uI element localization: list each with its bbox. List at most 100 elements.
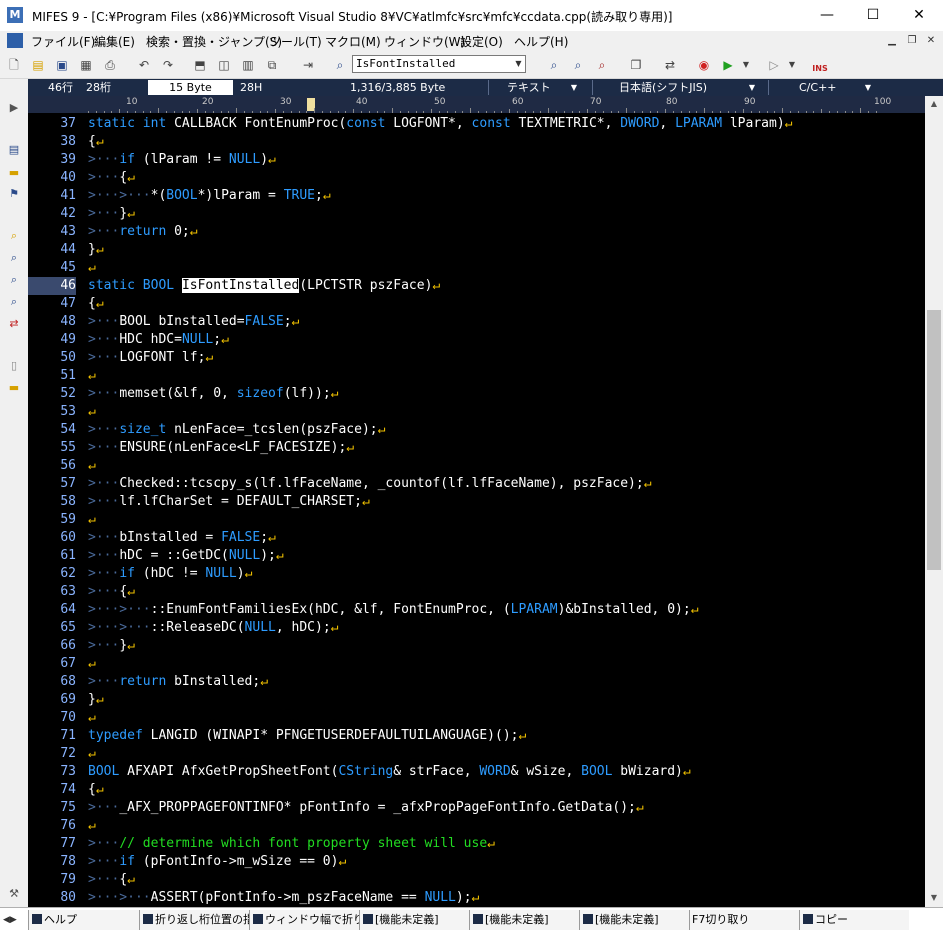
ruler-tick [758,111,760,113]
fkey-f3[interactable]: ウィンドウ幅で折り返 [249,910,359,930]
ruler-tick [641,111,643,113]
ruler-tick [376,111,378,113]
menu-edit[interactable]: 編集(E) [94,33,135,50]
editor-area[interactable]: 37 38 39 40 41 42 43 44 45 46 47 48 49 50 51 52 53 54 55 56… [28,113,925,907]
line-number: 73 [60,764,76,779]
line-number: 71 [60,728,76,743]
menu-help[interactable]: ヘルプ(H) [514,33,568,50]
ruler-tick [400,111,401,113]
encoding-select[interactable]: 日本語(シフトJIS) ▼ [592,80,759,95]
ruler-tick [735,111,737,113]
language-select[interactable]: C/C++ ▼ [768,80,875,95]
macro-step-dropdown-icon[interactable]: ▼ [782,55,802,75]
open-icon[interactable]: ▬ [6,381,22,395]
fkey-f2[interactable]: 折り返し桁位置の指 [139,910,249,930]
fkey-f7[interactable]: F7切り取り [689,910,799,930]
menu-file[interactable]: ファイル(F) [31,33,95,50]
ruler-tick [212,111,214,113]
menu-settings[interactable]: 設定(O) [460,33,503,50]
menu-search[interactable]: 検索・置換・ジャンプ(S) [146,33,282,50]
new-file-icon[interactable]: 🗋 [4,55,24,75]
ruler-label: 50 [434,97,446,107]
ruler-tick [462,111,464,113]
text-mode-select[interactable]: テキスト ▼ [488,80,581,95]
file-list-icon[interactable]: ▤ [6,143,22,157]
macro-step-icon[interactable]: ▷ [764,55,784,75]
find-prev-icon[interactable]: ⌕ [6,295,22,309]
grep-icon[interactable]: ⌕ [6,229,22,243]
search-input[interactable]: IsFontInstalled [352,55,526,73]
code-line-69: }↵ [88,692,104,707]
ruler-tick [657,111,659,113]
diff-icon[interactable]: ⇄ [6,317,22,331]
line-number: 66 [60,638,76,653]
save-icon[interactable]: ▣ [52,55,72,75]
cursor-line: 46行 [48,81,73,94]
find-files-icon[interactable]: ⌕ [6,251,22,265]
folder-icon[interactable]: ▬ [6,166,22,180]
panel-toggle-icon[interactable]: ▶ [6,101,22,115]
ruler-tick [329,111,331,113]
find-next-icon[interactable]: ⌕ [6,273,22,287]
undo-icon[interactable]: ↶ [134,55,154,75]
fkey-f5[interactable]: [機能未定義] [469,910,579,930]
line-number: 50 [60,350,76,365]
tool-icon[interactable]: ⚒ [6,887,22,901]
insert-mode-icon[interactable]: INS [810,55,830,75]
line-number: 43 [60,224,76,239]
mdi-minimize-icon[interactable]: ▁ [883,33,901,48]
menu-tools[interactable]: ツール(T) [269,33,322,50]
ruler-tick [337,111,339,113]
document-icon[interactable]: ▯ [6,359,22,373]
redo-icon[interactable]: ↷ [158,55,178,75]
macro-play-dropdown-icon[interactable]: ▼ [736,55,756,75]
close-button[interactable]: ✕ [896,0,942,31]
fkey-f6[interactable]: [機能未定義] [579,910,689,930]
app-icon[interactable]: M [7,7,23,23]
fkey-scroll-icon[interactable]: ◀▶ [3,913,25,927]
mdi-restore-icon[interactable]: ❐ [903,33,921,48]
save-all-icon[interactable]: ▦ [76,55,96,75]
macro-play-icon[interactable]: ▶ [718,55,738,75]
scroll-up-icon[interactable]: ▲ [925,96,943,112]
search-up-icon[interactable]: ⌕ [568,55,588,75]
menu-window[interactable]: ウィンドウ(W) [384,33,465,50]
scrollbar-thumb[interactable] [927,310,941,570]
maximize-button[interactable]: ☐ [850,0,896,31]
mdi-close-icon[interactable]: ✕ [922,33,940,48]
fkey-f1[interactable]: ヘルプ [28,910,139,930]
ruler-tick [407,111,409,113]
ruler-tick [150,111,152,113]
left-toolbar: ▶ ▤ ▬ ⚑ ⌕ ⌕ ⌕ ⌕ ⇄ ▯ ▬ ⚒ [0,79,28,907]
jump-icon[interactable]: ⇥ [298,55,318,75]
ruler-tick [696,111,698,113]
char-code: 28H [240,81,263,94]
code-line-52: >···memset(&lf, 0, sizeof(lf));↵ [88,386,339,401]
fkey-f4[interactable]: [機能未定義] [359,910,469,930]
search-clear-icon[interactable]: ⌕ [592,55,612,75]
ruler-tick [119,109,121,113]
scroll-down-icon[interactable]: ▼ [925,890,943,906]
print-icon[interactable]: ⎙ [100,55,120,75]
line-number: 77 [60,836,76,851]
compare-icon[interactable]: ⇄ [660,55,680,75]
menu-macro[interactable]: マクロ(M) [325,33,381,50]
split-horizontal-icon[interactable]: ⬒ [190,55,210,75]
search-down-icon[interactable]: ⌕ [544,55,564,75]
flag-icon[interactable]: ⚑ [6,187,22,201]
line-number: 52 [60,386,76,401]
fkey-f8[interactable]: コピー [799,910,909,930]
replace-icon[interactable]: ❐ [626,55,646,75]
search-dropdown-icon[interactable]: ▼ [512,56,525,72]
code-line-66: >···}↵ [88,638,135,653]
ruler-tick [673,111,674,113]
macro-record-icon[interactable]: ◉ [694,55,714,75]
tile-windows-icon[interactable]: ▥ [238,55,258,75]
document-menu-icon[interactable] [7,33,23,48]
open-folder-icon[interactable]: ▤ [28,55,48,75]
minimize-button[interactable]: — [804,0,850,31]
split-vertical-icon[interactable]: ◫ [214,55,234,75]
cascade-windows-icon[interactable]: ⧉ [262,55,282,75]
search-icon[interactable]: ⌕ [330,55,350,75]
ruler-tick [298,111,300,113]
